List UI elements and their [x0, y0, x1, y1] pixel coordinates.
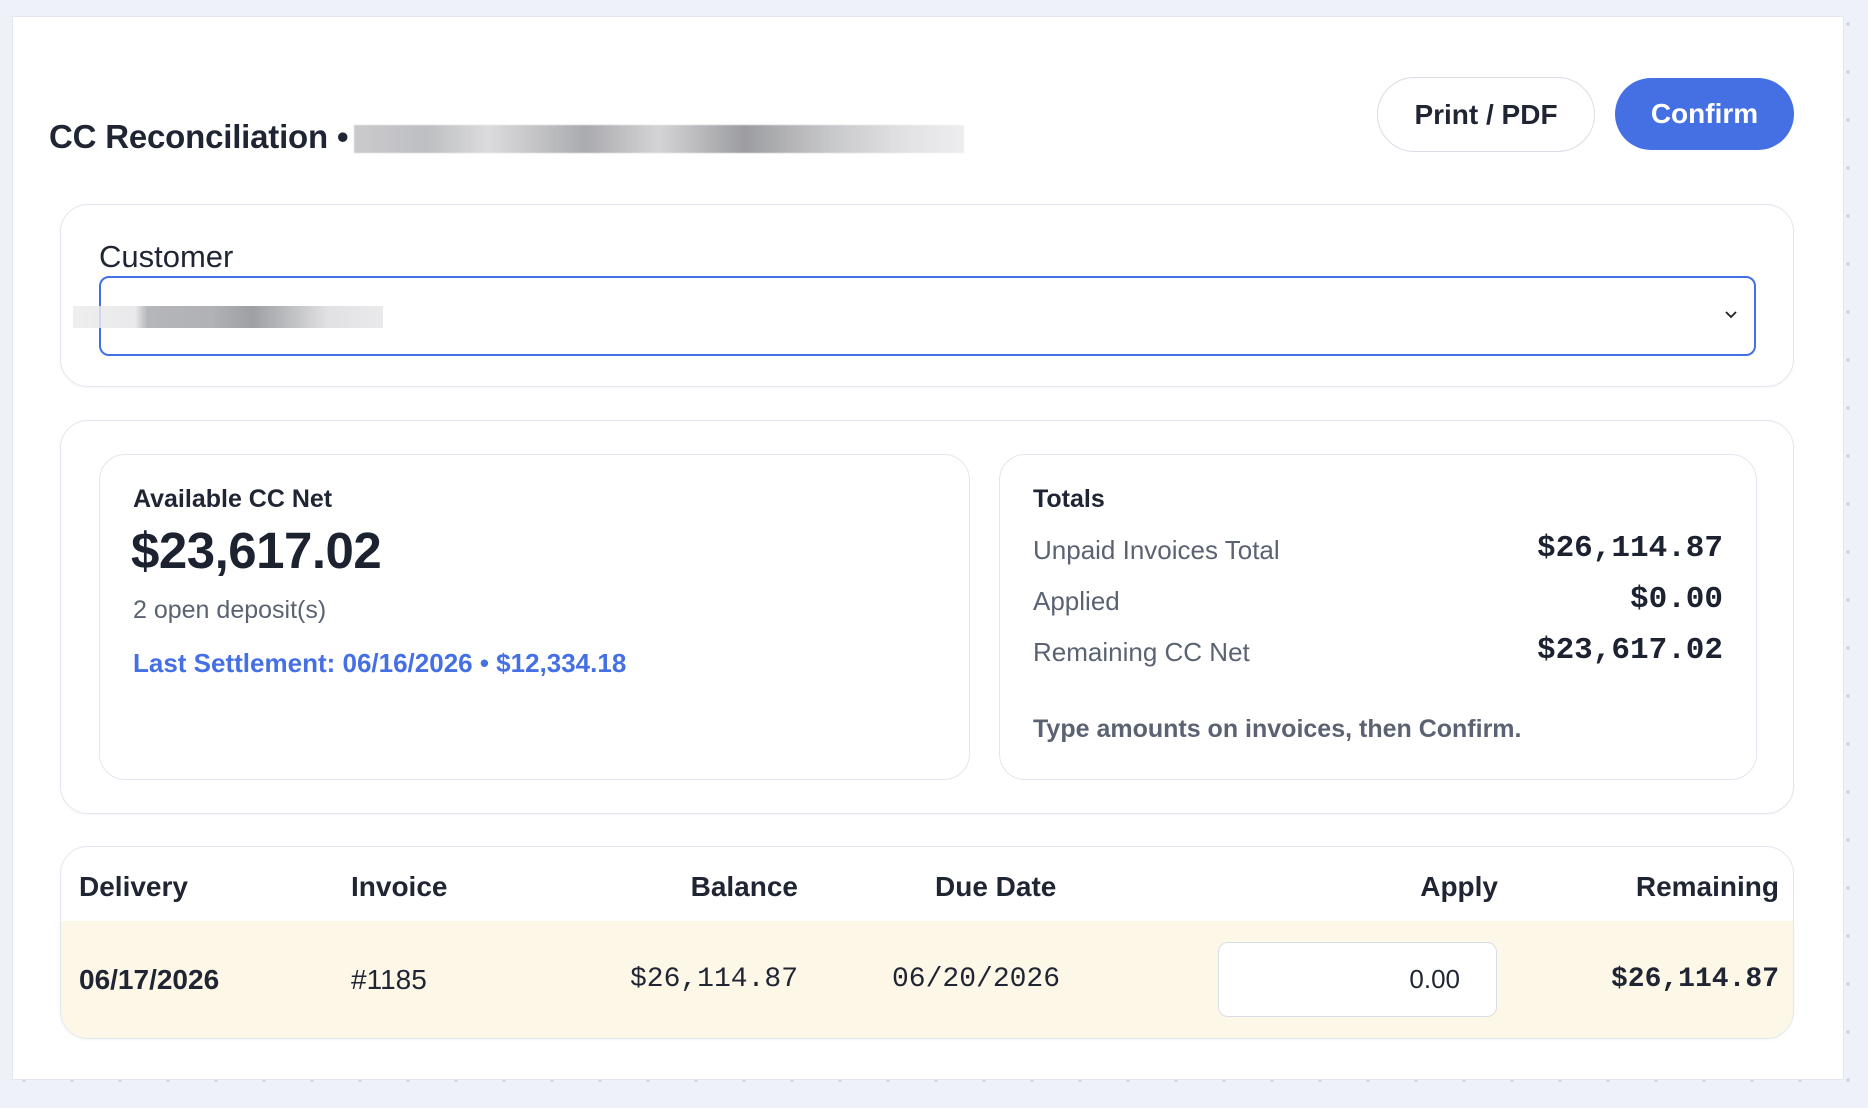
- page-title-text: CC Reconciliation •: [49, 118, 349, 155]
- summary-card: Available CC Net $23,617.02 2 open depos…: [60, 420, 1794, 814]
- column-header-remaining: Remaining: [1635, 871, 1779, 902]
- cell-invoice: #1185: [351, 964, 427, 995]
- apply-amount-input[interactable]: 0.00: [1218, 942, 1497, 1017]
- column-header-delivery: Delivery: [79, 871, 188, 902]
- cell-delivery: 06/17/2026: [79, 964, 220, 995]
- cell-due-date: 06/20/2026: [892, 964, 1061, 995]
- totals-row-label: Remaining CC Net: [1033, 637, 1250, 667]
- confirm-button[interactable]: Confirm: [1615, 78, 1794, 150]
- totals-row-applied: Applied $0.00: [1033, 580, 1723, 620]
- totals-hint: Type amounts on invoices, then Confirm.: [1033, 715, 1522, 743]
- totals-row-label: Unpaid Invoices Total: [1033, 535, 1280, 565]
- totals-card: Totals Unpaid Invoices Total $26,114.87 …: [999, 454, 1757, 780]
- customer-label: Customer: [99, 239, 234, 274]
- invoice-table: Delivery Invoice Balance Due Date Apply …: [60, 846, 1794, 1039]
- column-header-apply: Apply: [1420, 871, 1498, 902]
- chevron-down-icon: [1725, 311, 1737, 319]
- redacted-title-detail: [354, 125, 965, 154]
- totals-title: Totals: [1033, 485, 1105, 513]
- totals-row-label: Applied: [1033, 586, 1120, 616]
- totals-row-value: $0.00: [1629, 582, 1723, 617]
- customer-select[interactable]: [73, 276, 1756, 356]
- customer-card: Customer: [60, 204, 1794, 387]
- column-header-invoice: Invoice: [351, 871, 448, 902]
- column-header-due-date: Due Date: [935, 871, 1057, 902]
- available-cc-amount: $23,617.02: [131, 522, 382, 579]
- open-deposits-count: 2 open deposit(s): [133, 596, 327, 624]
- redacted-customer-name: [73, 306, 383, 328]
- totals-row-value: $23,617.02: [1536, 633, 1723, 668]
- print-pdf-button[interactable]: Print / PDF: [1377, 77, 1595, 152]
- totals-row-remaining: Remaining CC Net $23,617.02: [1033, 631, 1723, 671]
- cell-remaining: $26,114.87: [1610, 964, 1779, 995]
- page-title: CC Reconciliation •: [49, 118, 965, 156]
- available-cc-card: Available CC Net $23,617.02 2 open depos…: [99, 454, 970, 780]
- totals-row-value: $26,114.87: [1536, 531, 1723, 566]
- last-settlement-link[interactable]: Last Settlement: 06/16/2026 • $12,334.18: [133, 648, 626, 679]
- column-header-balance: Balance: [690, 871, 798, 902]
- cell-balance: $26,114.87: [629, 964, 798, 995]
- totals-row-unpaid: Unpaid Invoices Total $26,114.87: [1033, 529, 1723, 569]
- available-cc-label: Available CC Net: [133, 485, 333, 513]
